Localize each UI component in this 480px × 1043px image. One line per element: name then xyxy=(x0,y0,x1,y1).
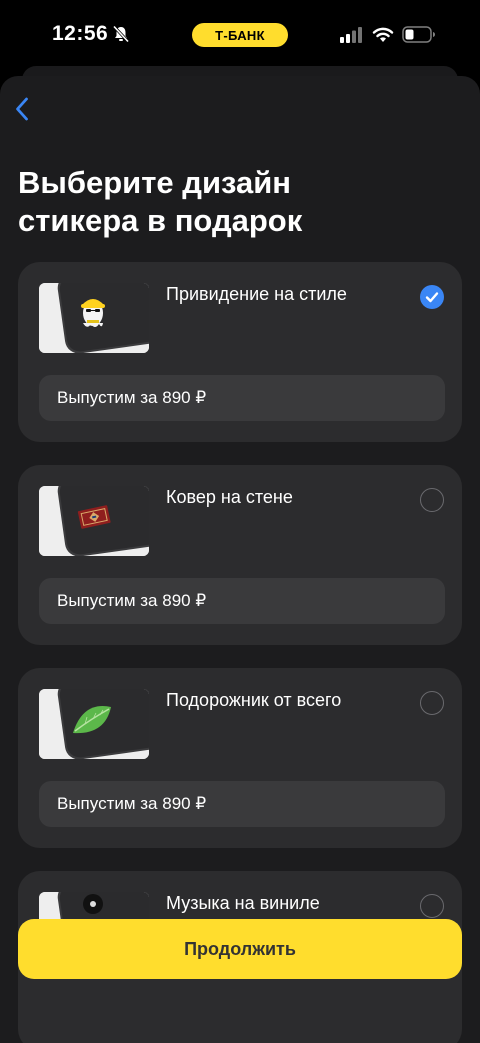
bank-pill-label: Т-БАНК xyxy=(215,27,265,43)
bell-slash-icon xyxy=(112,25,130,43)
signal-icon xyxy=(340,27,362,43)
radio-unchecked-icon[interactable] xyxy=(420,488,444,512)
sticker-option-label: Музыка на виниле xyxy=(166,893,320,913)
issue-price-button[interactable]: Выпустим за 890 ₽ xyxy=(39,578,445,624)
battery-icon xyxy=(402,26,435,43)
radio-checked-icon[interactable] xyxy=(420,285,444,309)
sticker-preview-image xyxy=(39,283,149,353)
sticker-option-leaf[interactable]: Подорожник от всего Выпустим за 890 ₽ xyxy=(18,668,462,848)
issue-price-label: Выпустим за 890 ₽ xyxy=(57,591,207,610)
issue-price-button[interactable]: Выпустим за 890 ₽ xyxy=(39,375,445,421)
sticker-option-label: Привидение на стиле xyxy=(166,284,347,304)
status-time: 12:56 xyxy=(52,22,109,45)
bank-pill[interactable]: Т-БАНК xyxy=(192,23,288,47)
back-button[interactable] xyxy=(8,94,36,124)
issue-price-button[interactable]: Выпустим за 890 ₽ xyxy=(39,781,445,827)
page-title-line1: Выберите дизайн xyxy=(18,165,292,200)
sticker-option-ghost[interactable]: Привидение на стиле Выпустим за 890 ₽ xyxy=(18,262,462,442)
phone-carpet-sticker-image xyxy=(39,486,149,556)
page-title: Выберите дизайн стикера в подарок xyxy=(18,164,458,240)
chevron-left-icon xyxy=(16,97,28,121)
continue-button[interactable]: Продолжить xyxy=(18,919,462,979)
radio-unchecked-icon[interactable] xyxy=(420,894,444,918)
phone-ghost-sticker-image xyxy=(39,283,149,353)
continue-button-label: Продолжить xyxy=(184,938,296,959)
checkmark-icon xyxy=(425,292,439,303)
status-bar: 12:56 Т-БАНК xyxy=(0,0,480,72)
sticker-option-carpet[interactable]: Ковер на стене Выпустим за 890 ₽ xyxy=(18,465,462,645)
sticker-option-label: Подорожник от всего xyxy=(166,690,342,710)
radio-unchecked-icon[interactable] xyxy=(420,691,444,715)
phone-leaf-sticker-image xyxy=(39,689,149,759)
wifi-icon xyxy=(372,27,394,42)
sticker-picker-sheet: Выберите дизайн стикера в подарок Привид… xyxy=(0,76,480,1043)
issue-price-label: Выпустим за 890 ₽ xyxy=(57,388,207,407)
issue-price-label: Выпустим за 890 ₽ xyxy=(57,794,207,813)
sticker-preview-image xyxy=(39,486,149,556)
page-title-line2: стикера в подарок xyxy=(18,203,303,238)
sticker-option-label: Ковер на стене xyxy=(166,487,293,507)
sticker-preview-image xyxy=(39,689,149,759)
